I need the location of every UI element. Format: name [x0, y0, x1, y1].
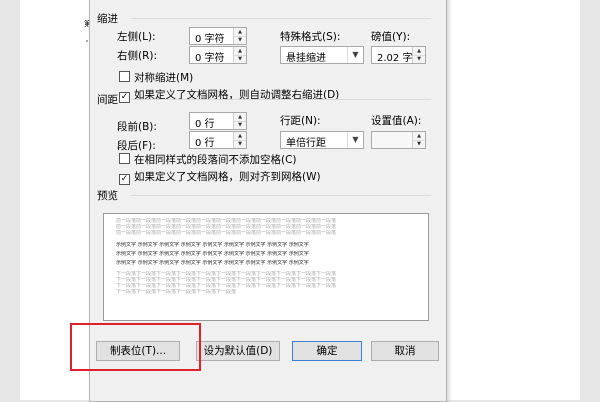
spacing-section: 间距: [97, 92, 437, 107]
spin-down-icon[interactable]: ▼: [234, 140, 246, 148]
special-format-select[interactable]: 悬挂缩进 ▼: [280, 46, 364, 64]
space-before-label: 段前(B):: [117, 121, 157, 133]
at-value-spinner[interactable]: ▲ ▼: [371, 131, 426, 149]
checkbox-empty-icon[interactable]: [119, 153, 130, 164]
paragraph-preview: 前一段落前一段落前一段落前一段落前一段落前一段落前一段落前一段落前一段落前一段落…: [103, 213, 429, 321]
right-indent-value: 0 字符: [195, 53, 225, 64]
snap-to-grid-checkbox[interactable]: ✓ 如果定义了文档网格，则对齐到网格(W): [119, 169, 321, 185]
space-after-label: 段后(F):: [117, 140, 156, 152]
preview-section: 预览: [97, 188, 437, 203]
preview-sample-text: 示例文字 示例文字 示例文字 示例文字 示例文字 示例文字 示例文字 示例文字 …: [116, 251, 309, 257]
preview-sample-text: 示例文字 示例文字 示例文字 示例文字 示例文字 示例文字 示例文字 示例文字 …: [116, 260, 309, 266]
ok-button[interactable]: 确定: [292, 341, 362, 361]
checkbox-empty-icon[interactable]: [119, 71, 130, 82]
highlight-box: [70, 323, 201, 371]
right-indent-spinner[interactable]: 0 字符 ▲ ▼: [189, 46, 247, 64]
line-spacing-select[interactable]: 单倍行距 ▼: [280, 131, 364, 149]
line-spacing-label: 行距(N):: [280, 115, 321, 127]
spacing-section-title: 间距: [97, 94, 118, 106]
special-format-label: 特殊格式(S):: [280, 31, 341, 43]
special-format-value: 悬挂缩进: [286, 53, 326, 64]
preview-previous-paragraph: 前一段落前一段落前一段落前一段落前一段落前一段落前一段落前一段落前一段落前一段落…: [116, 230, 337, 236]
by-value-label: 磅值(Y):: [371, 31, 411, 43]
at-value-label: 设置值(A):: [371, 115, 422, 127]
spin-down-icon[interactable]: ▼: [413, 55, 425, 63]
preview-section-title: 预览: [97, 190, 118, 202]
indent-section-title: 缩进: [97, 13, 118, 25]
dont-add-space-checkbox[interactable]: 在相同样式的段落间不添加空格(C): [119, 152, 297, 167]
space-before-value: 0 行: [195, 119, 215, 130]
mirror-indents-label: 对称缩进(M): [134, 72, 194, 84]
space-before-spinner[interactable]: 0 行 ▲ ▼: [189, 112, 247, 130]
set-default-button[interactable]: 设为默认值(D): [196, 341, 280, 361]
chevron-down-icon[interactable]: ▼: [347, 132, 363, 148]
spin-down-icon[interactable]: ▼: [234, 36, 246, 44]
preview-next-paragraph: 下一段落下一段落下一段落下一段落下一段落下一段落下一段落下一段落下一段落下一段落…: [116, 289, 236, 295]
cancel-button[interactable]: 取消: [371, 341, 439, 361]
spin-down-icon[interactable]: ▼: [234, 55, 246, 63]
paragraph-mark: [86, 40, 88, 42]
right-indent-label: 右侧(R):: [117, 50, 158, 62]
preview-sample-text: 示例文字 示例文字 示例文字 示例文字 示例文字 示例文字 示例文字 示例文字 …: [116, 242, 309, 248]
spin-down-icon[interactable]: ▼: [413, 140, 425, 148]
space-after-value: 0 行: [195, 138, 215, 149]
left-indent-spinner[interactable]: 0 字符 ▲ ▼: [189, 27, 247, 45]
line-spacing-value: 单倍行距: [286, 138, 326, 149]
chevron-down-icon[interactable]: ▼: [347, 47, 363, 63]
snap-to-grid-label: 如果定义了文档网格，则对齐到网格(W): [134, 171, 321, 183]
spin-down-icon[interactable]: ▼: [234, 121, 246, 129]
left-indent-value: 0 字符: [195, 34, 225, 45]
by-value-value: 2.02 字: [377, 53, 413, 64]
indent-section: 缩进: [97, 11, 437, 26]
space-after-spinner[interactable]: 0 行 ▲ ▼: [189, 131, 247, 149]
left-indent-label: 左侧(L):: [117, 31, 156, 43]
dont-add-space-label: 在相同样式的段落间不添加空格(C): [134, 154, 297, 166]
by-value-spinner[interactable]: 2.02 字 ▲ ▼: [371, 46, 426, 64]
checkmark-icon[interactable]: ✓: [119, 174, 130, 185]
mirror-indents-checkbox[interactable]: 对称缩进(M): [119, 70, 193, 85]
